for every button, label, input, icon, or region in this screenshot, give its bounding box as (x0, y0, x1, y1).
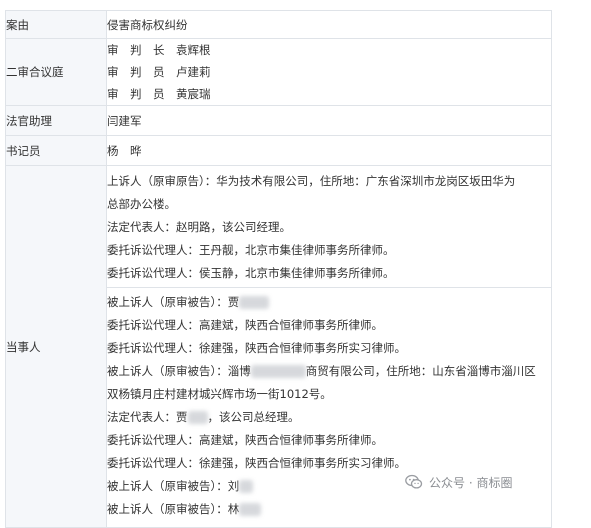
row-assistant: 法官助理 闫建军 (5, 105, 552, 136)
label-clerk: 书记员 (5, 135, 107, 166)
redaction-blur (239, 480, 254, 493)
panel-member: 审 判 员 黄宸瑞 (107, 87, 211, 101)
row-clerk: 书记员 杨 晔 (5, 135, 552, 166)
party-text: 被上诉人（原审被告）：林 (107, 502, 240, 516)
party-text: 被上诉人（原审被告）：淄博 (107, 364, 251, 378)
redaction-blur (239, 503, 262, 516)
party-line: 法定代表人：赵明路，该公司经理。 (107, 220, 291, 234)
row-panel: 二审合议庭 审 判 长 袁辉根 审 判 员 卢建莉 审 判 员 黄宸瑞 (5, 38, 552, 106)
party-line: 被上诉人（原审被告）：淄博 商贸有限公司，住所地：山东省淄博市淄川区 (107, 360, 551, 383)
party-line: 委托诉讼代理人：徐建强，陕西合恒律师事务所实习律师。 (107, 341, 406, 355)
party-text: ，该公司总经理。 (207, 410, 300, 424)
watermark: 公众号 · 商标圈 (405, 472, 512, 492)
party-line: 委托诉讼代理人：高建斌，陕西合恒律师事务所律师。 (107, 318, 383, 332)
label-panel: 二审合议庭 (5, 38, 107, 106)
party-line: 上诉人（原审原告）：华为技术有限公司，住所地：广东省深圳市龙岗区坂田华为 (107, 174, 516, 188)
party-line: 委托诉讼代理人：高建斌，陕西合恒律师事务所律师。 (107, 433, 383, 447)
party-text: 被上诉人（原审被告）：贾 (107, 295, 240, 309)
party-text: 法定代表人：贾 (107, 410, 188, 424)
label-parties: 当事人 (5, 165, 107, 528)
judgment-info-page: 案由 侵害商标权纠纷 二审合议庭 审 判 长 袁辉根 审 判 员 卢建莉 审 判… (0, 0, 591, 528)
row-case: 案由 侵害商标权纠纷 (5, 10, 552, 39)
party-line: 双杨镇月庄村建材城兴辉市场一街1012号。 (107, 387, 332, 401)
party-line: 法定代表人：贾 ，该公司总经理。 (107, 406, 551, 429)
value-case: 侵害商标权纠纷 (106, 10, 552, 39)
redaction-blur (187, 411, 208, 424)
value-clerk: 杨 晔 (106, 135, 552, 166)
party-line: 委托诉讼代理人：王丹靓，北京市集佳律师事务所律师。 (107, 243, 395, 257)
party-line: 被上诉人（原审被告）：林 (107, 498, 551, 521)
redaction-blur (250, 365, 306, 378)
value-panel: 审 判 长 袁辉根 审 判 员 卢建莉 审 判 员 黄宸瑞 (106, 38, 552, 106)
party-line: 被上诉人（原审被告）：贾 (107, 291, 551, 314)
watermark-text: 公众号 · 商标圈 (429, 475, 513, 490)
party-text: 商贸有限公司，住所地：山东省淄博市淄川区 (305, 364, 536, 378)
party-text: 被上诉人（原审被告）：刘 (107, 479, 240, 493)
party-line: 总部办公楼。 (107, 197, 176, 211)
label-assistant: 法官助理 (5, 105, 107, 136)
panel-member: 审 判 员 卢建莉 (107, 65, 211, 79)
case-info-table: 案由 侵害商标权纠纷 二审合议庭 审 判 长 袁辉根 审 判 员 卢建莉 审 判… (5, 10, 552, 528)
label-case: 案由 (5, 10, 107, 39)
wechat-icon (405, 474, 423, 489)
panel-member: 审 判 长 袁辉根 (107, 43, 211, 57)
value-assistant: 闫建军 (106, 105, 552, 136)
appellant-block: 上诉人（原审原告）：华为技术有限公司，住所地：广东省深圳市龙岗区坂田华为 总部办… (107, 170, 551, 285)
redaction-blur (239, 296, 270, 309)
party-line: 委托诉讼代理人：侯玉静，北京市集佳律师事务所律师。 (107, 266, 395, 280)
